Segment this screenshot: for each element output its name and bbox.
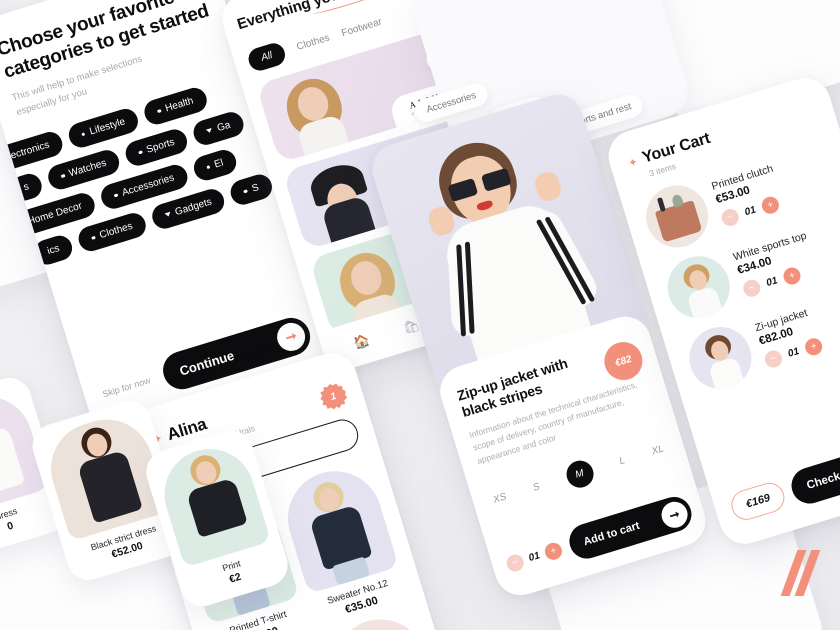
tab-all[interactable]: All — [245, 40, 288, 74]
quantity-value: 01 — [786, 345, 801, 360]
bullet-dot-icon — [91, 235, 96, 240]
home-icon[interactable]: 🏠 — [352, 332, 372, 352]
bullet-dot-icon — [113, 193, 119, 198]
category-chip-electronics-partial[interactable]: El — [190, 146, 240, 184]
plus-icon[interactable]: + — [759, 194, 781, 216]
chip-label: Watches — [67, 157, 108, 180]
clutch-bag-thumb — [638, 177, 716, 256]
minus-icon[interactable]: − — [741, 277, 763, 299]
size-option-xl[interactable]: XL — [650, 443, 665, 457]
arrow-right-icon: ➞ — [658, 498, 691, 531]
chip-label: Ga — [215, 119, 232, 134]
cart-footer: €169 Checkout ✓ — [727, 433, 840, 527]
quantity-value: 01 — [527, 550, 542, 565]
size-option-l[interactable]: L — [618, 455, 627, 467]
chip-label: Accessories — [120, 172, 176, 199]
cart-item-info: White sports top €34.00 − 01 + — [732, 216, 840, 299]
zip-jacket-thumb — [681, 319, 760, 397]
brand-model-photo — [271, 64, 361, 159]
bullet-triangle-icon — [164, 212, 172, 218]
size-option-xs[interactable]: XS — [492, 491, 508, 505]
chip-label: S — [250, 181, 261, 195]
bullet-dot-icon — [243, 188, 248, 194]
size-option-s[interactable]: S — [532, 481, 542, 493]
chip-label: Sports — [145, 136, 177, 156]
minus-icon[interactable]: − — [719, 206, 741, 228]
chip-label: ics — [45, 242, 61, 257]
bullet-square-icon — [60, 173, 66, 179]
quantity-value: 01 — [743, 203, 758, 218]
chip-label: Gadgets — [173, 196, 214, 218]
chip-label: Home Decor — [26, 200, 84, 228]
add-to-cart-label: Add to cart — [581, 519, 641, 548]
tab-clothes[interactable]: Clothes — [295, 32, 331, 52]
bullet-square-icon — [205, 164, 211, 170]
quantity-value: 01 — [764, 274, 779, 289]
plus-icon[interactable]: + — [803, 335, 825, 357]
chip-label: Lifestyle — [88, 116, 127, 138]
cart-total: €169 — [727, 478, 789, 524]
chip-label: El — [212, 157, 225, 171]
chip-label: s — [22, 181, 31, 194]
bullet-dot-icon — [156, 108, 162, 114]
product-thumb — [276, 459, 399, 595]
cart-item-info: Printed clutch €53.00 − 01 + — [710, 145, 840, 228]
plus-icon[interactable]: + — [781, 264, 803, 287]
category-chip-games[interactable]: Ga — [190, 109, 247, 148]
checkout-label: Checkout — [805, 465, 840, 493]
continue-button-label: Continue — [177, 347, 236, 379]
size-option-m-selected[interactable]: M — [562, 457, 597, 491]
chip-label: Clothes — [98, 220, 134, 241]
plus-icon[interactable]: + — [542, 540, 565, 562]
category-chip-partial-s2[interactable]: S — [227, 171, 275, 208]
arrow-right-icon: ➞ — [273, 319, 309, 355]
screenshot-stage: Choose your favorite categories to get s… — [0, 0, 840, 630]
cart-item-list: Printed clutch €53.00 − 01 + White sport… — [638, 139, 840, 397]
product-thumb — [153, 437, 271, 568]
bullet-dot-icon — [81, 131, 86, 137]
chip-label: Health — [163, 95, 195, 115]
quantity-stepper: − 01 + — [504, 540, 565, 574]
sports-top-thumb — [660, 248, 738, 326]
minus-icon[interactable]: − — [504, 552, 526, 574]
skip-for-now-link[interactable]: Skip for now — [101, 375, 151, 399]
sparkle-icon: ✦ — [626, 155, 640, 170]
tab-footwear[interactable]: Footwear — [340, 16, 383, 39]
bullet-triangle-icon — [206, 128, 214, 134]
bullet-dot-icon — [138, 150, 143, 155]
minus-icon[interactable]: − — [762, 347, 784, 370]
checkout-button[interactable]: Checkout ✓ — [787, 433, 840, 508]
